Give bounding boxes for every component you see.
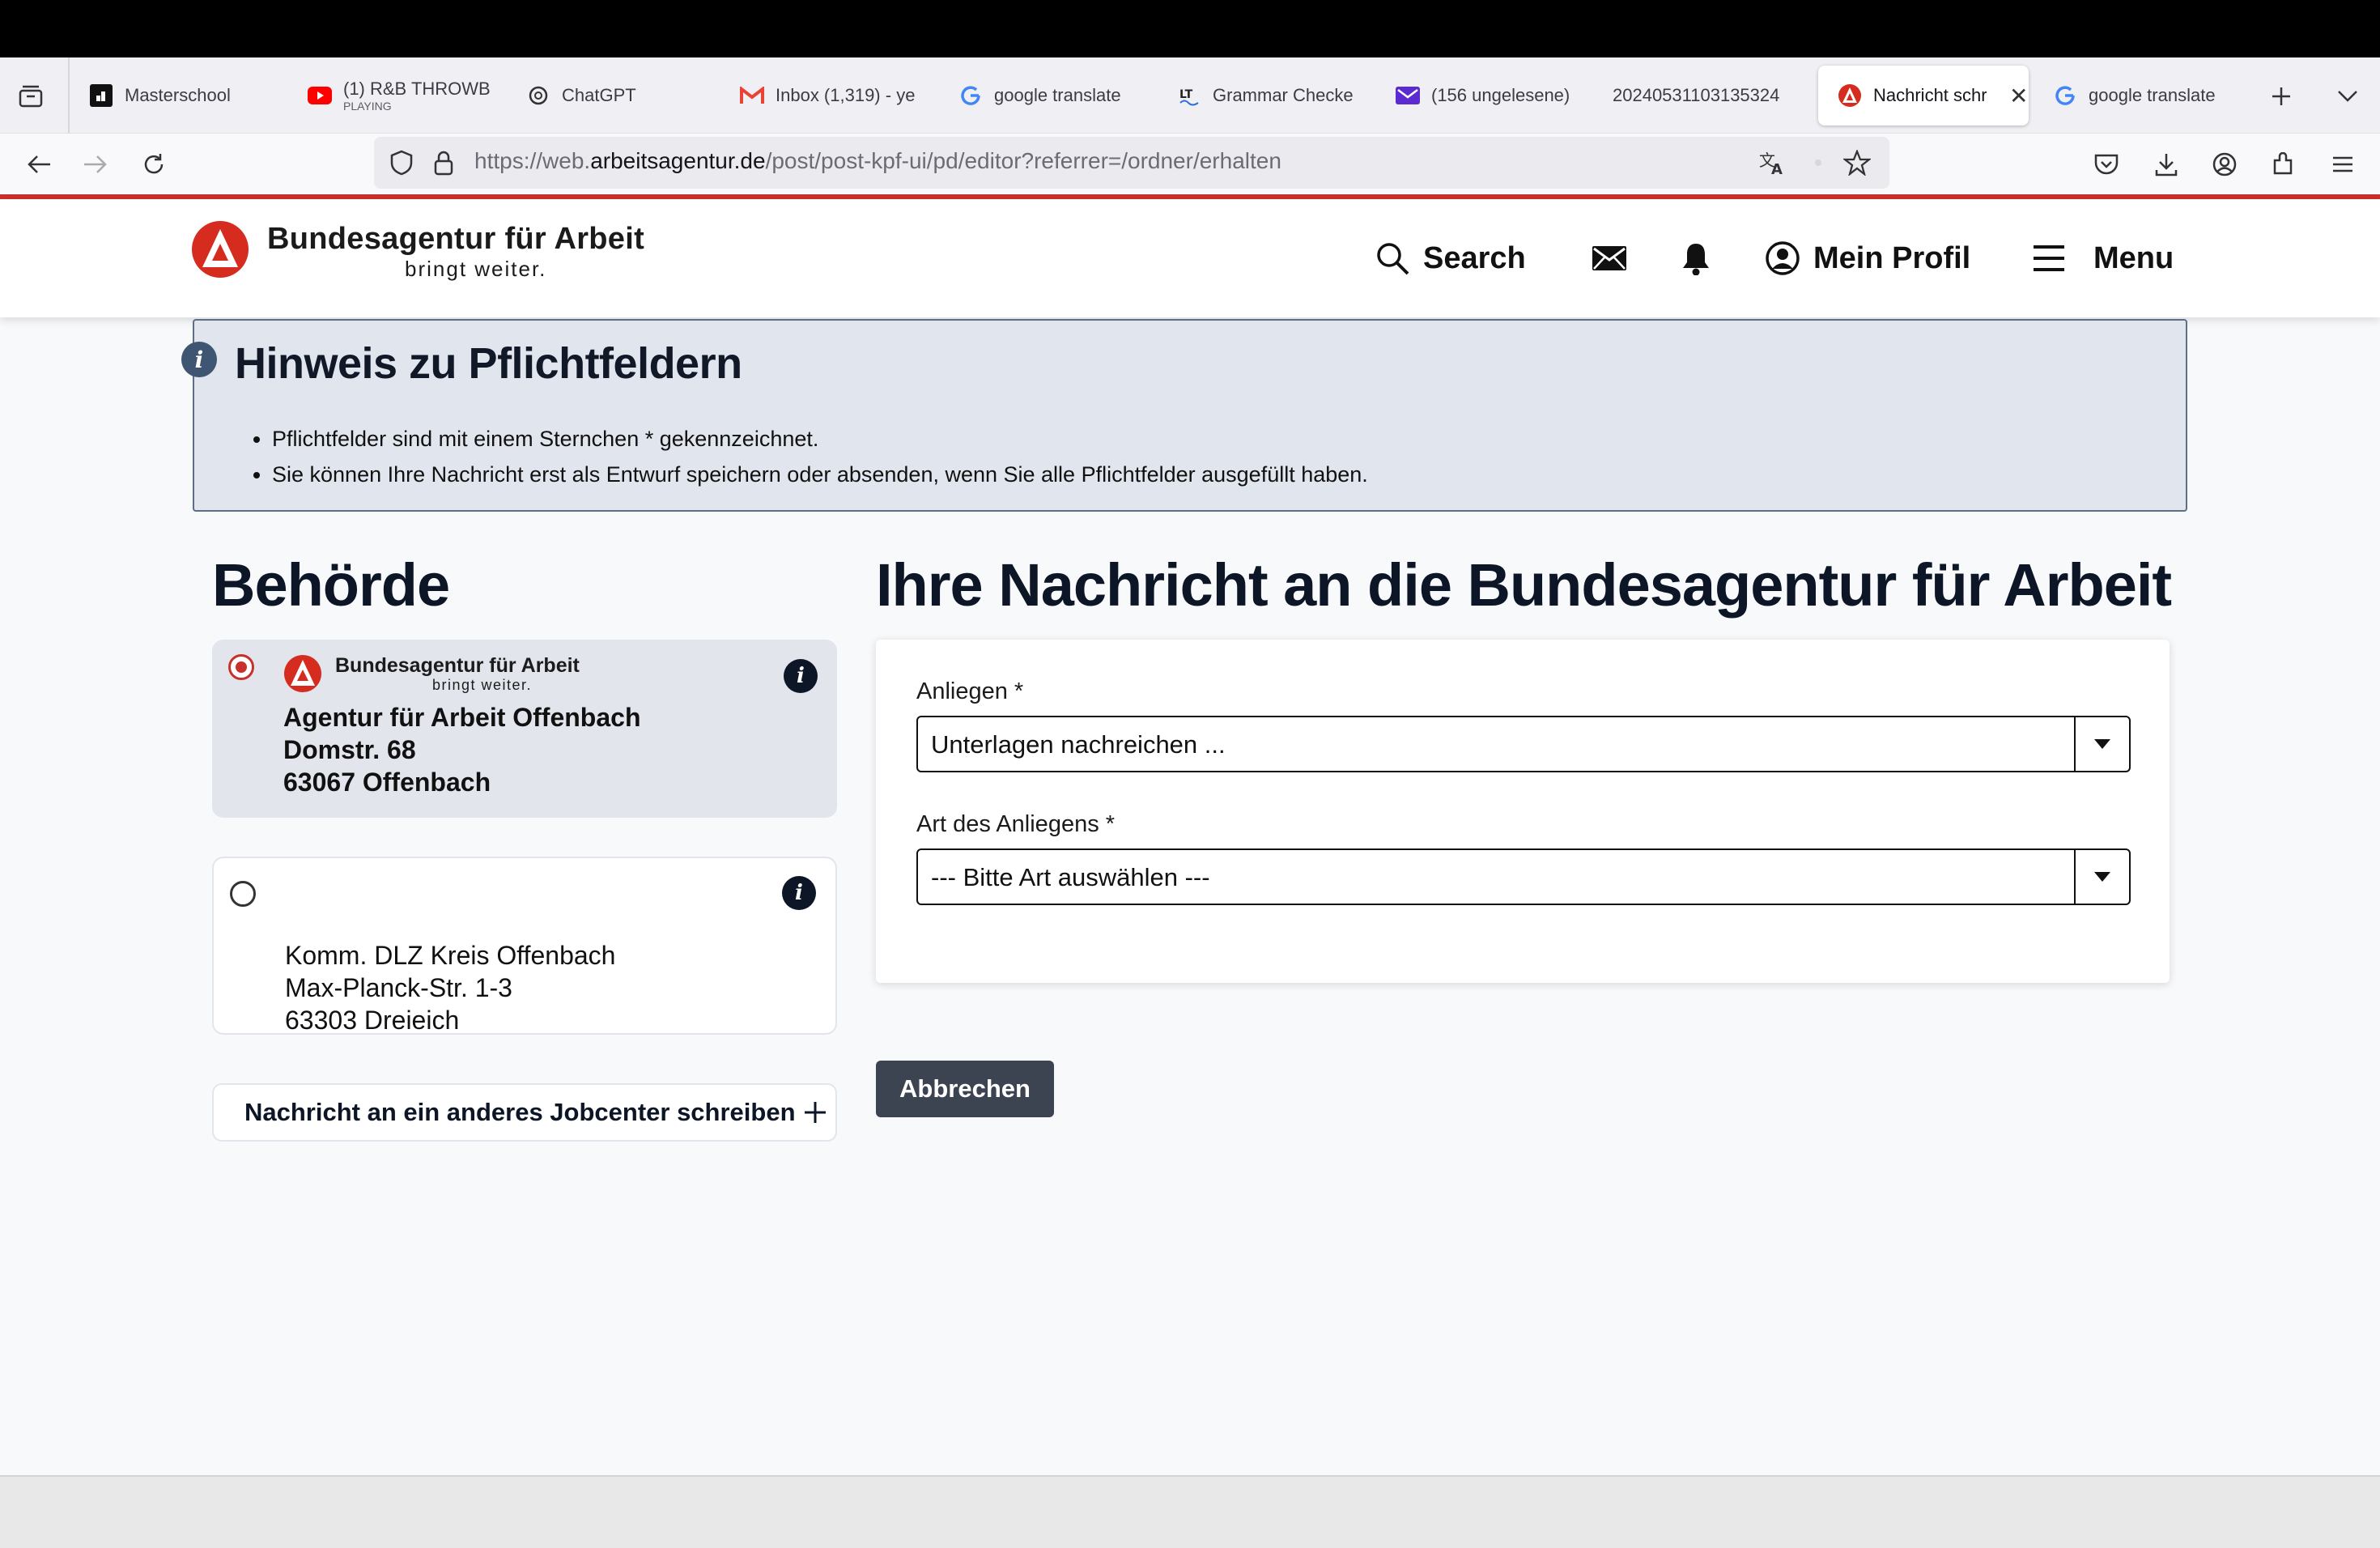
dropdown-arrow-icon [2074,850,2129,904]
authority-option-jobcenter[interactable]: i Komm. DLZ Kreis Offenbach Max-Planck-S… [212,857,837,1035]
extensions-icon[interactable] [2265,147,2301,182]
notice-item: Sie können Ihre Nachricht erst als Entwu… [272,457,1368,492]
message-form: Anliegen * Unterlagen nachreichen ... Ar… [876,640,2170,983]
user-circle-icon [1766,241,1800,275]
hamburger-icon [2034,245,2064,271]
lock-icon[interactable] [426,145,461,181]
info-icon: i [181,342,217,377]
tab-youtube[interactable]: (1) R&B THROWB PLAYING [288,66,499,125]
tab-nachricht-active[interactable]: Nachricht schr ✕ [1818,66,2029,125]
messages-button[interactable] [1592,199,1627,317]
forward-arrow-icon[interactable] [78,147,113,182]
tab-grammar-checker[interactable]: LT Grammar Checke [1158,66,1370,125]
tab-google-translate-2[interactable]: google translate [2034,66,2252,125]
required-fields-notice: i Hinweis zu Pflichtfeldern Pflichtfelde… [181,319,2187,512]
reload-icon[interactable] [136,147,172,182]
pocket-icon[interactable] [2089,147,2124,182]
authority-radio-unselected[interactable] [230,881,256,907]
gmail-icon [740,83,764,108]
authority-heading: Behörde [212,551,450,619]
chevron-down-icon[interactable] [2331,80,2364,113]
arbeitsagentur-icon [1838,83,1862,108]
menu-button[interactable]: Menu [2032,199,2174,317]
tab-document[interactable]: 20240531103135324 [1593,66,1799,125]
cancel-button[interactable]: Abbrechen [876,1061,1054,1117]
os-menu-bar [0,0,2380,57]
notice-item: Pflichtfelder sind mit einem Sternchen *… [272,421,1368,457]
notice-title: Hinweis zu Pflichtfeldern [235,339,742,388]
tab-masterschool[interactable]: Masterschool [70,66,296,125]
tab-chatgpt[interactable]: ChatGPT [507,66,717,125]
anliegen-select[interactable]: Unterlagen nachreichen ... [916,716,2131,772]
anliegen-label: Anliegen * [916,678,1024,704]
brand-tagline: bringt weiter. [405,257,547,281]
search-icon [1377,243,1409,275]
new-tab-plus-icon[interactable] [2265,80,2297,113]
masterschool-icon [89,83,113,108]
back-arrow-icon[interactable] [21,147,57,182]
browser-tab-strip: Masterschool (1) R&B THROWB PLAYING ChatG… [0,57,2380,134]
notifications-button[interactable] [1681,199,1711,317]
page-footer-strip [0,1475,2380,1548]
google-icon [2053,83,2077,108]
shield-icon[interactable] [384,145,419,181]
notice-list: Pflichtfelder sind mit einem Sternchen *… [272,421,1368,492]
dropdown-arrow-icon [2074,717,2129,771]
art-des-anliegens-select[interactable]: --- Bitte Art auswählen --- [916,848,2131,905]
info-icon[interactable]: i [782,876,816,910]
profile-button[interactable]: Mein Profil [1765,199,1970,317]
envelope-icon [1592,246,1626,270]
chatgpt-icon [526,83,550,108]
other-jobcenter-button[interactable]: Nachricht an ein anderes Jobcenter schre… [212,1083,837,1142]
browser-toolbar: https://web.arbeitsagentur.de/post/post-… [0,134,2380,194]
arbeitsagentur-logo-icon [284,655,321,692]
tab-list-icon[interactable] [15,80,47,113]
hamburger-menu-icon[interactable] [2325,147,2361,182]
art-des-anliegens-label: Art des Anliegens * [916,811,1116,837]
bell-icon [1683,244,1709,275]
search-button[interactable]: Search [1375,199,1526,317]
site-header: Bundesagentur für Arbeit bringt weiter. … [0,199,2380,317]
message-heading: Ihre Nachricht an die Bundesagentur für … [876,551,2172,619]
close-tab-icon[interactable]: ✕ [2009,83,2028,109]
authority-address: Komm. DLZ Kreis Offenbach Max-Planck-Str… [285,941,616,1035]
dot-indicator-icon [1800,145,1836,181]
brand-logo[interactable]: Bundesagentur für Arbeit bringt weiter. [191,220,644,280]
languagetool-icon: LT [1177,83,1201,108]
mail-icon [1396,83,1420,108]
url-text[interactable]: https://web.arbeitsagentur.de/post/post-… [474,148,1281,174]
authority-radio-selected[interactable] [228,654,254,680]
brand-title: Bundesagentur für Arbeit [267,222,645,256]
plus-icon [804,1102,826,1123]
google-icon [958,83,983,108]
info-icon[interactable]: i [784,659,818,693]
tab-gmail[interactable]: Inbox (1,319) - ye [720,66,931,125]
svg-text:A: A [1771,161,1783,176]
bookmark-star-icon[interactable] [1839,145,1875,181]
svg-text:LT: LT [1179,88,1193,101]
authority-option-selected[interactable]: Bundesagentur für Arbeit bringt weiter. … [212,640,837,818]
account-icon[interactable] [2207,147,2242,182]
url-bar[interactable]: https://web.arbeitsagentur.de/post/post-… [374,137,1889,189]
tab-google-translate-1[interactable]: google translate [939,66,1141,125]
youtube-icon [308,83,332,108]
arbeitsagentur-logo-icon [192,221,249,278]
download-icon[interactable] [2148,147,2184,182]
authority-address: Agentur für Arbeit Offenbach Domstr. 68 … [283,703,641,797]
tab-mail[interactable]: (156 ungelesene) [1376,66,1587,125]
translate-icon[interactable]: 文A [1755,145,1791,181]
authority-brand-logo: Bundesagentur für Arbeit bringt weiter. [283,654,580,693]
